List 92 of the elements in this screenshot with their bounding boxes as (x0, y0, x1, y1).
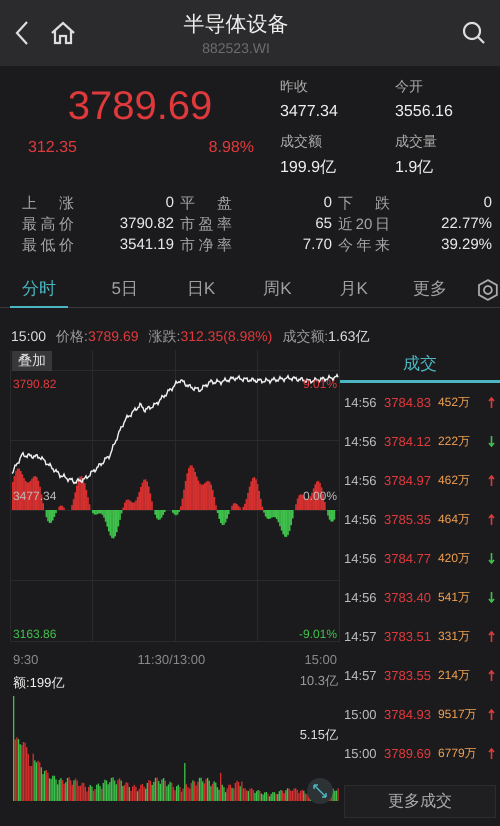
trade-time: 14:56 (344, 590, 378, 605)
stat-value: 1.9亿 (395, 158, 434, 178)
chart-tab[interactable]: 周K (239, 272, 316, 308)
settings-icon[interactable] (476, 278, 500, 302)
stat-value: 0 (482, 194, 493, 213)
stat-label: 上涨 (22, 194, 74, 213)
more-trades-button[interactable]: 更多成交 (344, 785, 496, 818)
chart-tab[interactable]: 日K (162, 272, 240, 308)
stat-value: 3790.82 (118, 215, 175, 234)
overlay-button[interactable]: 叠加 (12, 351, 52, 371)
info-label: 涨跌: (148, 328, 180, 344)
time-axis-label: 15:00 (304, 652, 337, 667)
chart-tab[interactable]: 分时 (10, 272, 68, 308)
stat-value: 39.29% (440, 236, 493, 255)
trade-time: 14:57 (344, 668, 378, 683)
stat-value: 65 (314, 215, 333, 234)
trade-time: 14:56 (344, 434, 378, 449)
stat-label: 平盘 (180, 194, 232, 213)
trade-time: 15:00 (344, 707, 378, 722)
trade-price: 3784.83 (384, 395, 432, 410)
search-icon[interactable] (462, 21, 486, 45)
stat-label: 成交额 (280, 132, 323, 150)
axis-label: 9.01% (302, 377, 337, 391)
trade-volume: 6779万 (438, 745, 478, 762)
time-label: 15:00 (11, 328, 46, 346)
info-value: 312.35(8.98%) (180, 328, 272, 344)
expand-icon[interactable] (307, 778, 333, 804)
axis-label: 3163.86 (13, 627, 56, 641)
trade-price: 3784.12 (384, 434, 432, 449)
trades-tab[interactable]: 成交 (340, 350, 500, 383)
trade-time: 14:56 (344, 473, 378, 488)
change-percent: 8.98% (208, 139, 254, 157)
stat-label: 成交量 (395, 132, 438, 150)
trade-volume: 462万 (438, 472, 472, 489)
trade-volume: 464万 (438, 511, 472, 528)
stat-label: 今开 (395, 78, 424, 96)
axis-label: 5.15亿 (300, 727, 338, 742)
trade-price: 3784.97 (384, 473, 432, 488)
trade-time: 14:56 (344, 395, 378, 410)
axis-label: 10.3亿 (300, 673, 338, 688)
stat-value: 199.9亿 (280, 158, 338, 178)
back-icon[interactable] (14, 20, 30, 46)
trade-price: 3789.69 (384, 746, 432, 761)
trade-price: 3783.55 (384, 668, 432, 683)
last-price: 3789.69 (68, 84, 212, 129)
stat-value: 22.77% (440, 215, 493, 234)
axis-label: -9.01% (298, 627, 337, 641)
trade-time: 15:00 (344, 746, 378, 761)
stat-value: 7.70 (302, 236, 333, 255)
page-title: 半导体设备 (184, 12, 288, 38)
info-value: 1.63亿 (328, 328, 370, 344)
axis-label: 3790.82 (13, 377, 56, 391)
home-icon[interactable] (50, 21, 76, 45)
stat-label: 最高价 (22, 215, 74, 234)
chart-tab[interactable]: 5日 (86, 272, 163, 308)
stat-label: 近20日 (338, 215, 390, 234)
trade-price: 3784.77 (384, 551, 432, 566)
trade-time: 14:56 (344, 512, 378, 527)
info-value: 3789.69 (88, 328, 139, 344)
trade-price: 3784.93 (384, 707, 432, 722)
trade-time: 14:56 (344, 551, 378, 566)
stat-value: 3477.34 (280, 102, 339, 122)
stat-value: 3541.19 (118, 236, 175, 255)
price-change: 312.35 (28, 139, 77, 157)
trade-volume: 214万 (438, 667, 472, 684)
info-label: 成交额: (282, 328, 328, 344)
index-code: 882523.WI (202, 40, 270, 56)
stat-value: 0 (322, 194, 333, 213)
stat-label: 下跌 (338, 194, 390, 213)
stat-label: 今年来 (338, 236, 390, 255)
trade-price: 3783.40 (384, 590, 432, 605)
stat-value: 0 (164, 194, 175, 213)
trade-volume: 541万 (438, 589, 472, 606)
time-axis-label: 11:30/13:00 (138, 652, 206, 667)
info-label: 价格: (56, 328, 88, 344)
stat-label: 市净率 (180, 236, 232, 255)
axis-label: 额:199亿 (13, 675, 64, 690)
trade-volume: 452万 (438, 394, 472, 411)
trade-time: 14:57 (344, 629, 378, 644)
stat-label: 昨收 (280, 78, 309, 96)
stat-label: 最低价 (22, 236, 74, 255)
stat-value: 3556.16 (395, 102, 454, 122)
stat-label: 市盈率 (180, 215, 232, 234)
trade-volume: 9517万 (438, 706, 478, 723)
trade-price: 3783.51 (384, 629, 432, 644)
chart-tab[interactable]: 更多 (392, 272, 468, 308)
trade-volume: 222万 (438, 433, 472, 450)
trade-price: 3785.35 (384, 512, 432, 527)
chart-tab[interactable]: 月K (316, 272, 392, 308)
time-axis-label: 9:30 (13, 652, 38, 667)
trade-volume: 420万 (438, 550, 472, 567)
trade-volume: 331万 (438, 628, 472, 645)
